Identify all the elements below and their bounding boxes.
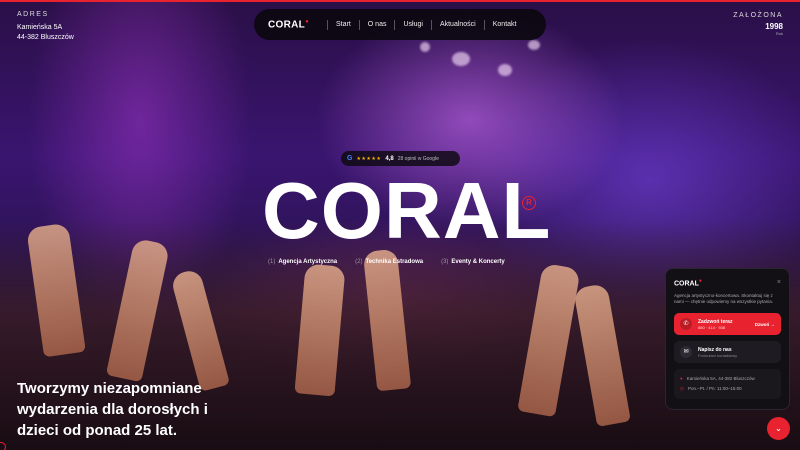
google-rating-badge[interactable]: G ★★★★★ 4,8 28 opinii w Google	[341, 151, 460, 166]
rating-score: 4,8	[385, 155, 394, 162]
chevron-down-icon[interactable]: ⌄	[767, 417, 790, 440]
widget-address: Kamieńska 5A, 44-382 Bluszczów	[686, 376, 755, 382]
nav-item-about[interactable]: O nas	[368, 21, 387, 28]
stage-light	[452, 52, 470, 66]
stage-light	[498, 64, 512, 76]
call-number: 880 · 414 · 938	[698, 324, 726, 330]
hero-tagline: Tworzymy niezapomniane wydarzenia dla do…	[17, 380, 208, 439]
rating-reviews: 28 opinii w Google	[397, 155, 439, 162]
widget-info: ● Kamieńska 5A, 44-382 Bluszczów ◷ Pon.–Pt…	[674, 369, 781, 400]
nav-item-contact[interactable]: Kontakt	[493, 21, 517, 28]
rating-stars: ★★★★★	[356, 155, 382, 162]
service-item: (2) Technika Estradowa	[355, 259, 424, 265]
contact-widget: CORAL● × Agencja artystyczno-koncertowa.…	[665, 268, 790, 410]
widget-description: Agencja artystyczno-koncertowa. Skontakt…	[674, 293, 774, 305]
services-list: (1) Agencja Artystyczna (2) Technika Estra…	[268, 259, 505, 265]
nav-item-news[interactable]: Aktualności	[440, 21, 476, 28]
google-icon: G	[347, 155, 353, 162]
write-title: Napisz do nas	[698, 346, 732, 353]
stage-light	[420, 42, 430, 52]
service-item: (1) Agencja Artystyczna	[268, 259, 338, 265]
widget-logo: CORAL●	[674, 278, 702, 288]
phone-icon: ✆	[680, 318, 692, 331]
widget-hours: Pon.–Pt. / Pn: 11:00–15:00	[687, 386, 742, 392]
write-to-us-button[interactable]: ✉ Napisz do nas Formularz kontaktowy	[674, 341, 781, 364]
nav-divider	[394, 19, 396, 30]
top-accent-bar	[0, 0, 800, 2]
main-nav: CORAL● Start O nas Usługi Aktualności Ko…	[254, 9, 546, 40]
address-line: 44-382 Bluszczów	[17, 34, 74, 41]
mail-icon: ✉	[680, 346, 692, 359]
registered-mark-icon: R	[522, 196, 536, 210]
nav-divider	[483, 19, 485, 30]
nav-item-start[interactable]: Start	[336, 21, 351, 28]
stage-light	[528, 40, 540, 50]
call-action: Dzwoń →	[754, 321, 775, 327]
nav-divider	[430, 19, 432, 30]
address-line: Kamieńska 5A	[17, 24, 63, 31]
clock-icon: ◷	[680, 386, 684, 392]
founded-caption: Rok	[775, 31, 783, 36]
nav-divider	[358, 19, 360, 30]
founded-year: 1998	[765, 22, 783, 31]
write-subtitle: Formularz kontaktowy	[698, 352, 738, 358]
address-label: ADRES	[17, 11, 49, 18]
service-item: (3) Eventy & Koncerty	[441, 259, 505, 265]
location-pin-icon: ●	[680, 376, 683, 382]
call-title: Zadzwoń teraz	[698, 318, 733, 325]
founded-block: ZAŁOŻONA 1998 Rok	[733, 12, 783, 36]
nav-item-services[interactable]: Usługi	[403, 21, 422, 28]
nav-divider	[327, 19, 328, 30]
nav-logo[interactable]: CORAL●	[268, 19, 309, 30]
address-block: ADRES Kamieńska 5A 44-382 Bluszczów	[17, 10, 74, 43]
founded-label: ZAŁOŻONA	[733, 12, 783, 19]
close-icon[interactable]: ×	[777, 279, 781, 286]
corner-circle	[0, 442, 6, 450]
call-now-button[interactable]: ✆ Zadzwoń teraz 880 · 414 · 938 Dzwoń →	[674, 313, 781, 336]
hero-title: CORAL	[262, 166, 552, 255]
